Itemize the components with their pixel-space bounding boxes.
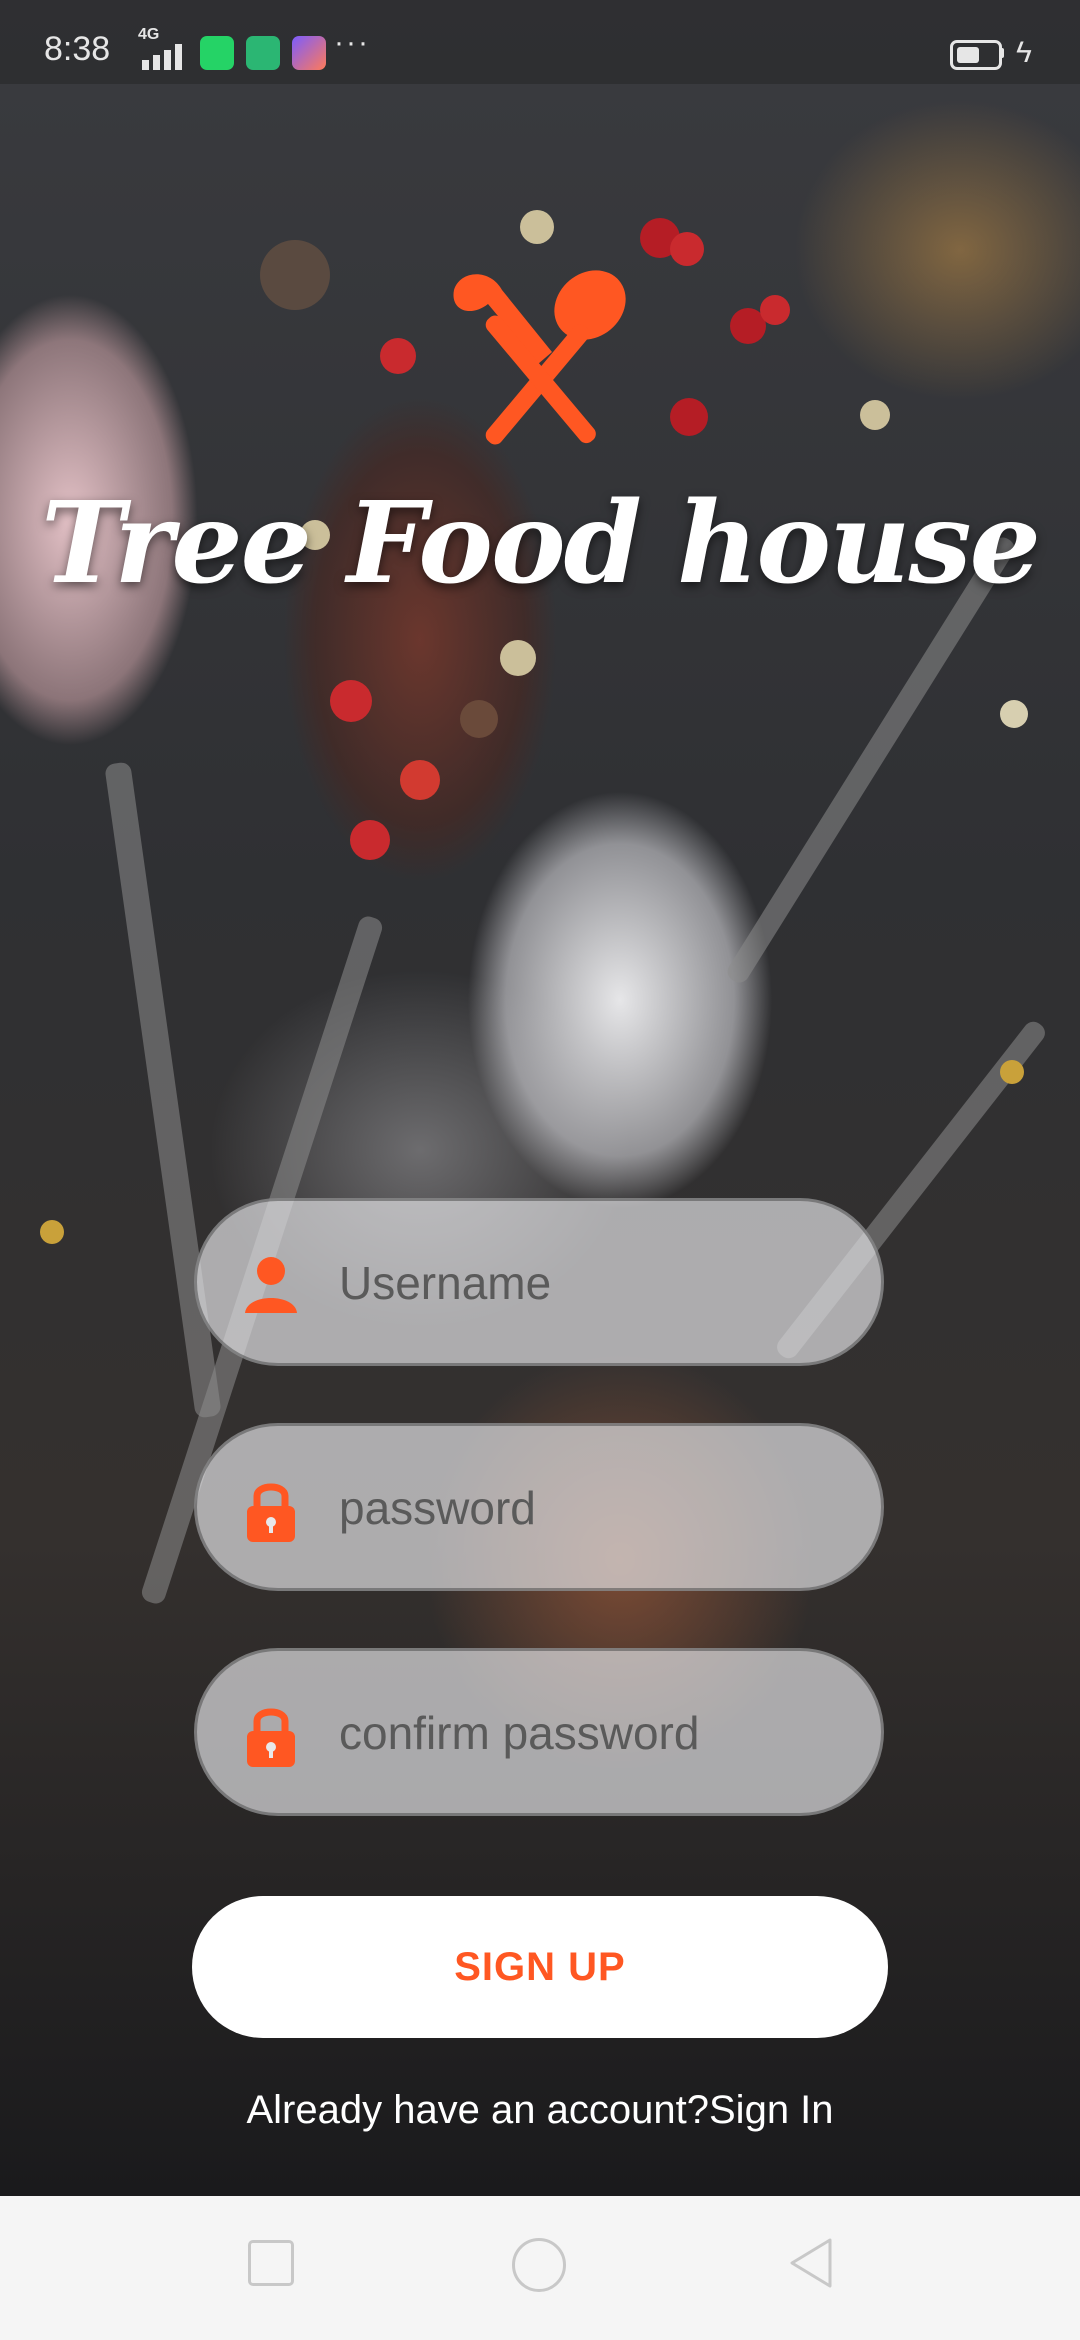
crossed-spoon-fork-icon	[453, 270, 626, 445]
confirm-password-field[interactable]	[194, 1648, 884, 1816]
status-bar: 8:38 4G ··· ϟ	[0, 0, 1080, 84]
pepper-dot	[760, 295, 790, 325]
sign-up-button[interactable]: SIGN UP	[192, 1896, 888, 2038]
pepper-dot	[500, 640, 536, 676]
sign-in-link[interactable]: Sign In	[709, 2088, 834, 2132]
pepper-dot	[1000, 1060, 1024, 1084]
app-notification-icon	[246, 36, 280, 70]
confirm-password-input[interactable]	[337, 1651, 861, 1815]
home-icon[interactable]	[512, 2238, 566, 2292]
pepper-dot	[330, 680, 372, 722]
network-type: 4G	[138, 26, 160, 43]
battery-icon	[950, 40, 1002, 70]
recents-icon[interactable]	[248, 2240, 294, 2286]
status-time: 8:38	[44, 30, 111, 68]
username-field[interactable]	[194, 1198, 884, 1366]
back-icon[interactable]	[782, 2234, 840, 2292]
more-notifications-icon: ···	[334, 26, 370, 59]
sign-in-prompt-text: Already have an account?	[246, 2088, 709, 2132]
password-input[interactable]	[337, 1426, 861, 1590]
pepper-dot	[670, 232, 704, 266]
pepper-dot	[400, 760, 440, 800]
charging-icon: ϟ	[1016, 36, 1032, 69]
whatsapp-icon	[200, 36, 234, 70]
pepper-dot	[40, 1220, 64, 1244]
pepper-dot	[520, 210, 554, 244]
password-field[interactable]	[194, 1423, 884, 1591]
pepper-dot	[1000, 700, 1028, 728]
person-icon	[245, 1257, 297, 1313]
pepper-dot	[670, 398, 708, 436]
pepper-dot	[380, 338, 416, 374]
battery-tip	[1000, 48, 1004, 58]
pepper-dot	[260, 240, 330, 310]
lock-icon	[247, 1483, 295, 1542]
sign-in-prompt: Already have an account?Sign In	[0, 2088, 1080, 2133]
signup-screen: 8:38 4G ··· ϟ Tree Food house Username S…	[0, 0, 1080, 2340]
lock-icon	[247, 1708, 295, 1767]
username-input[interactable]	[337, 1201, 861, 1365]
pepper-dot	[350, 820, 390, 860]
app-notification-icon	[292, 36, 326, 70]
pepper-dot	[460, 700, 498, 738]
system-nav-bar	[0, 2196, 1080, 2340]
signal-icon	[142, 44, 182, 70]
brand-title: Tree Food house	[41, 478, 1041, 609]
pepper-dot	[860, 400, 890, 430]
